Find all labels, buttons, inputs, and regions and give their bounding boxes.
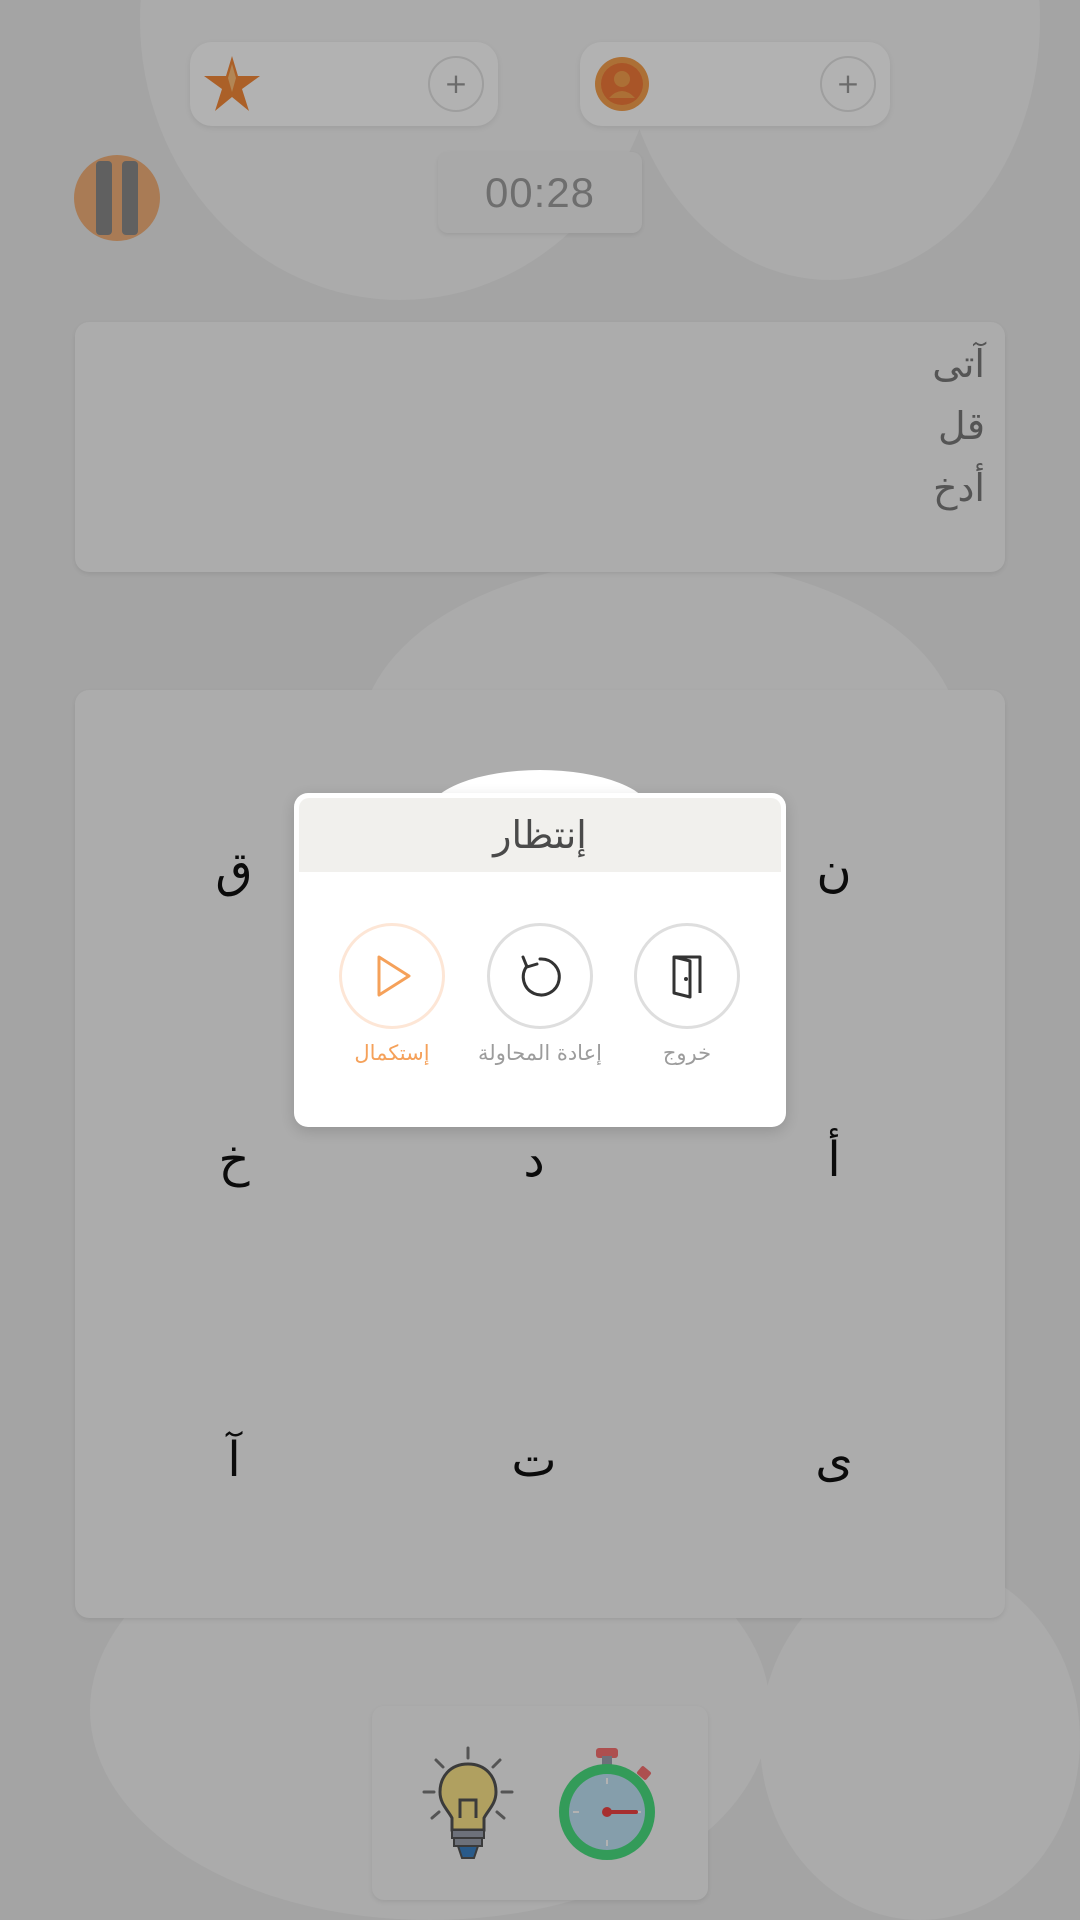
retry-icon (521, 955, 561, 997)
continue-circle[interactable] (339, 923, 445, 1029)
dialog-header: إنتظار (299, 798, 781, 872)
dialog-title: إنتظار (493, 813, 587, 857)
exit-button[interactable]: خروج (627, 923, 747, 1083)
play-icon (377, 955, 411, 997)
continue-button[interactable]: إستكمال (332, 923, 452, 1083)
exit-circle[interactable] (634, 923, 740, 1029)
pause-dialog: إنتظار إستكمال إعادة المحاولة خروج (294, 793, 786, 1127)
retry-circle[interactable] (487, 923, 593, 1029)
exit-label: خروج (662, 1041, 712, 1065)
door-icon (672, 955, 702, 999)
retry-button[interactable]: إعادة المحاولة (478, 923, 602, 1083)
